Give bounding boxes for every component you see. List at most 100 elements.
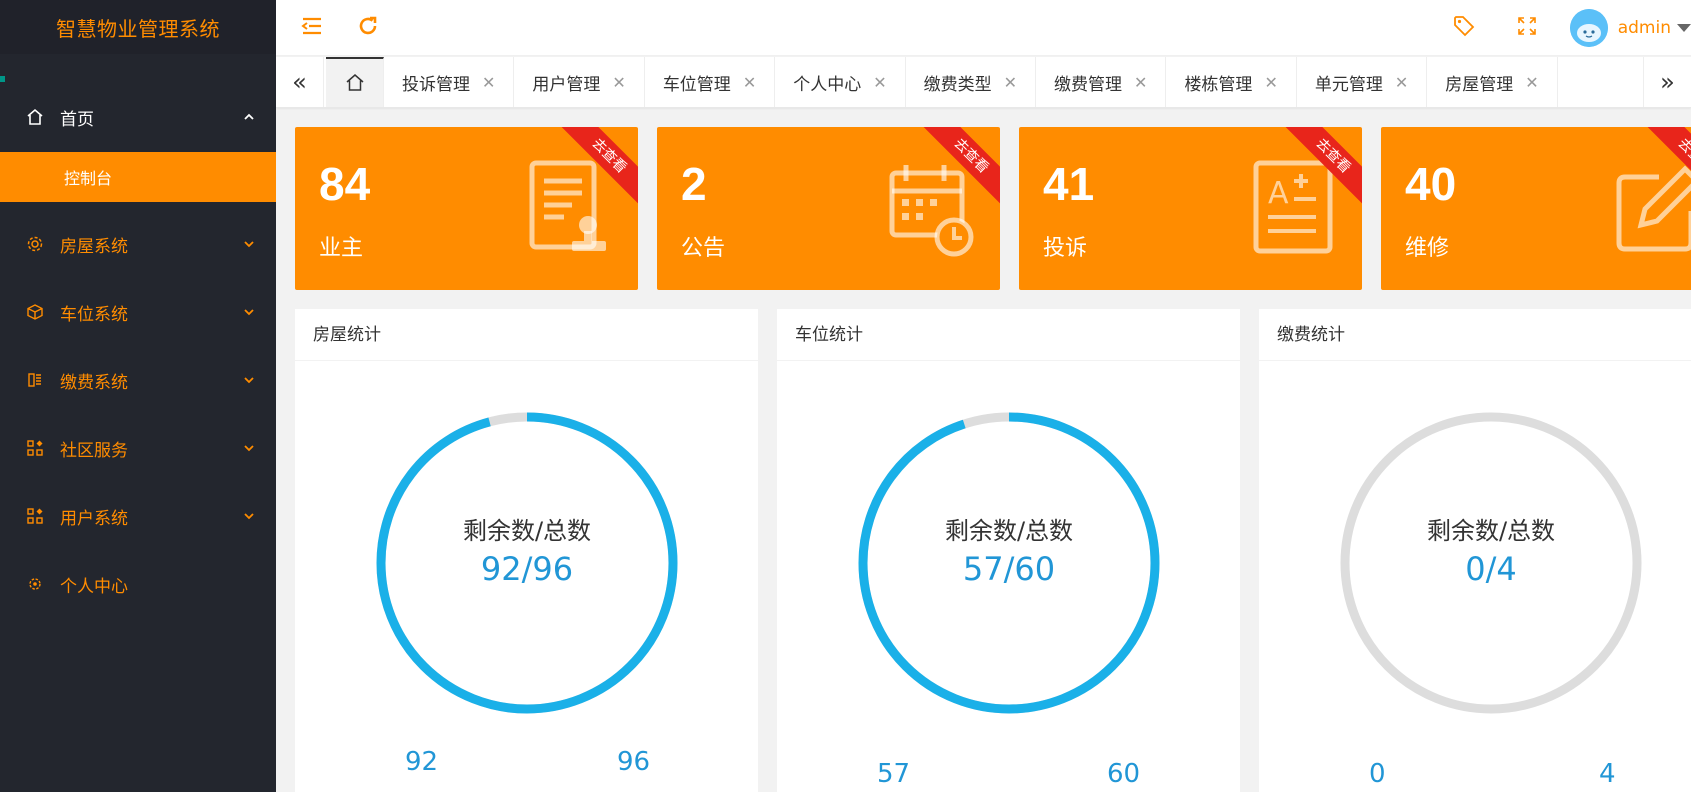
svg-text:A: A [1268, 176, 1289, 211]
close-icon[interactable]: ✕ [482, 73, 495, 92]
sidebar-item-users[interactable]: 用户系统 [0, 482, 276, 550]
stat-card-repairs[interactable]: 40 维修 去查看 [1381, 127, 1691, 290]
sidebar-item-label: 房屋系统 [60, 236, 128, 257]
ring-label: 剩余数/总数 [944, 516, 1074, 545]
stat-card-notices[interactable]: 2 公告 去查看 [657, 127, 1000, 290]
chevron-down-icon [244, 309, 254, 316]
document-stamp-icon [529, 160, 606, 251]
chevron-down-icon [244, 513, 254, 520]
stat-card-value: 84 [319, 158, 371, 210]
tab-houses[interactable]: 房屋管理 ✕ [1427, 57, 1558, 107]
sidebar-item-label: 首页 [60, 109, 94, 130]
tab-fee-types[interactable]: 缴费类型 ✕ [906, 57, 1037, 107]
gear-icon [26, 235, 44, 253]
chevron-down-icon [244, 241, 254, 248]
remaining-count: 92 [405, 747, 439, 777]
sidebar-item-profile[interactable]: 个人中心 [0, 550, 276, 618]
tab-label: 单元管理 [1314, 74, 1383, 95]
tab-scroll-left-icon[interactable]: « [276, 57, 324, 107]
tab-list: 投诉管理 ✕ 用户管理 ✕ 车位管理 ✕ 个人中心 ✕ 缴费类型 ✕ 缴费管理 ✕ 楼栋管理… [326, 57, 1558, 107]
sidebar-item-housing[interactable]: 房屋系统 [0, 210, 276, 278]
tab-label: 楼栋管理 [1184, 74, 1253, 95]
home-icon [26, 108, 44, 126]
user-menu[interactable]: admin [1569, 6, 1691, 50]
chevron-down-icon [244, 377, 254, 384]
app-root: 智慧物业管理系统 首页 控制台 房屋系统 车位系统 缴费系统 社区服务 用户系统… [0, 0, 1691, 792]
ring-chart: 剩余数/总数 57/60 [857, 411, 1161, 715]
app-logo-title: 智慧物业管理系统 [0, 0, 276, 54]
apps-icon [26, 439, 44, 457]
edit-icon [1616, 165, 1691, 252]
stat-card-label: 维修 [1405, 236, 1450, 261]
close-icon[interactable]: ✕ [1134, 73, 1147, 92]
ring-label: 剩余数/总数 [462, 516, 592, 545]
ring-label: 剩余数/总数 [1426, 516, 1556, 545]
sidebar-item-label: 社区服务 [60, 440, 128, 461]
tab-label: 用户管理 [532, 74, 601, 95]
remaining-count: 57 [877, 759, 911, 789]
stat-card-complaints[interactable]: 41 投诉 A 去查看 [1019, 127, 1362, 290]
home-icon [346, 74, 363, 91]
ring-value: 92/96 [480, 549, 574, 588]
close-icon[interactable]: ✕ [1395, 73, 1408, 92]
sidebar: 智慧物业管理系统 首页 控制台 房屋系统 车位系统 缴费系统 社区服务 用户系统… [0, 0, 276, 792]
apps-icon [26, 507, 44, 525]
close-icon[interactable]: ✕ [1264, 73, 1277, 92]
tab-scroll-right-icon[interactable]: » [1643, 57, 1691, 107]
ring-chart: 剩余数/总数 0/4 [1339, 411, 1643, 715]
close-icon[interactable]: ✕ [1004, 73, 1017, 92]
tab-complaints[interactable]: 投诉管理 ✕ [384, 57, 515, 107]
caret-down-icon [1677, 24, 1691, 32]
tab-parking[interactable]: 车位管理 ✕ [645, 57, 776, 107]
fullscreen-icon[interactable] [1515, 14, 1539, 38]
panel-payment-stats: 缴费统计 剩余数/总数 0/4 0 4 [1259, 309, 1691, 792]
panel-title: 缴费统计 [1259, 309, 1691, 361]
stat-card-value: 41 [1043, 158, 1095, 210]
total-count: 96 [617, 747, 651, 777]
close-icon[interactable]: ✕ [743, 73, 756, 92]
sidebar-item-dashboard[interactable]: 控制台 [0, 152, 276, 202]
sidebar-item-label: 缴费系统 [60, 372, 128, 393]
sidebar-item-parking[interactable]: 车位系统 [0, 278, 276, 346]
tab-label: 缴费类型 [923, 74, 992, 95]
stat-card-value: 2 [681, 158, 707, 210]
close-icon[interactable]: ✕ [1525, 73, 1538, 92]
total-count: 4 [1599, 759, 1616, 789]
ring-value: 57/60 [962, 549, 1056, 588]
avatar [1569, 9, 1608, 47]
stat-card-owners[interactable]: 84 业主 去查看 [295, 127, 638, 290]
sidebar-item-community[interactable]: 社区服务 [0, 414, 276, 482]
tab-units[interactable]: 单元管理 ✕ [1297, 57, 1428, 107]
total-count: 60 [1107, 759, 1141, 789]
username: admin [1617, 18, 1671, 38]
close-icon[interactable]: ✕ [612, 73, 625, 92]
stat-card-label: 业主 [319, 236, 364, 261]
tab-label: 房屋管理 [1445, 74, 1514, 95]
top-header: admin [276, 0, 1691, 56]
panel-title: 房屋统计 [295, 309, 758, 361]
cube-icon [26, 303, 44, 321]
ring-chart: 剩余数/总数 92/96 [375, 411, 679, 715]
stat-card-value: 40 [1405, 158, 1457, 210]
tab-fees[interactable]: 缴费管理 ✕ [1036, 57, 1167, 107]
tab-users[interactable]: 用户管理 ✕ [514, 57, 645, 107]
refresh-icon[interactable] [356, 14, 380, 38]
stat-card-label: 投诉 [1043, 236, 1088, 261]
tag-icon[interactable] [1452, 14, 1476, 38]
sidebar-nav: 首页 控制台 房屋系统 车位系统 缴费系统 社区服务 用户系统 个人中心 [0, 82, 276, 618]
tab-label: 投诉管理 [402, 74, 470, 95]
tab-label: 缴费管理 [1054, 74, 1123, 95]
panel-parking-stats: 车位统计 剩余数/总数 57/60 57 60 [777, 309, 1240, 792]
tab-home[interactable] [326, 57, 384, 107]
sidebar-item-home[interactable]: 首页 [0, 82, 276, 152]
menu-collapse-icon[interactable] [300, 14, 324, 38]
tab-buildings[interactable]: 楼栋管理 ✕ [1166, 57, 1297, 107]
sidebar-item-label: 用户系统 [60, 508, 128, 529]
close-icon[interactable]: ✕ [873, 73, 886, 92]
stat-card-label: 公告 [681, 236, 726, 261]
tab-label: 个人中心 [793, 74, 862, 95]
tab-label: 车位管理 [662, 74, 731, 95]
sidebar-item-payment[interactable]: 缴费系统 [0, 346, 276, 414]
ring-value: 0/4 [1465, 549, 1517, 588]
tab-profile[interactable]: 个人中心 ✕ [775, 57, 906, 107]
